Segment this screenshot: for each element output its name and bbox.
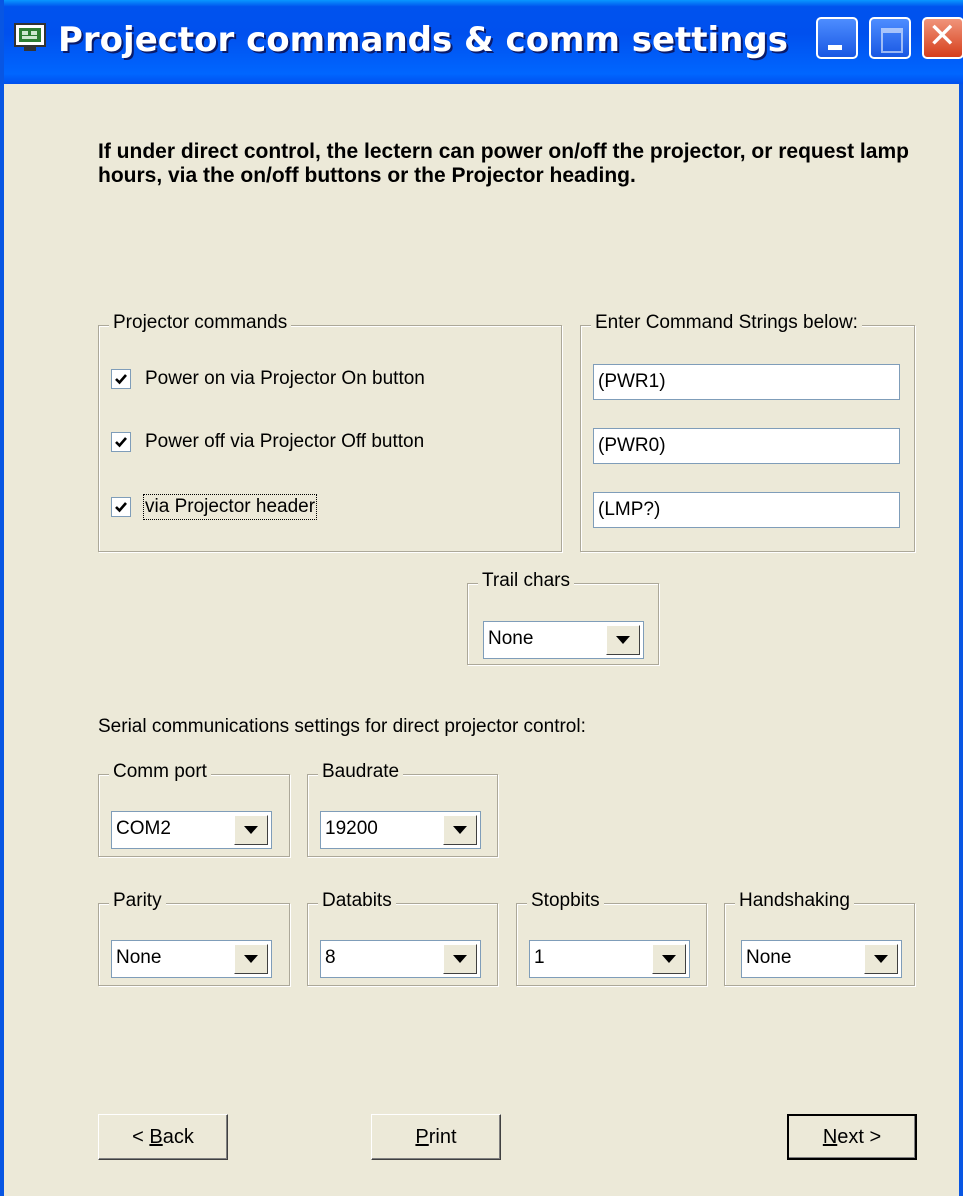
stopbits-value: 1: [534, 947, 545, 968]
comm-port-value: COM2: [116, 818, 171, 839]
power-on-checkbox[interactable]: [111, 369, 131, 389]
chevron-down-icon: [244, 954, 258, 963]
handshaking-dropdown[interactable]: None: [741, 940, 902, 978]
power-off-command-field[interactable]: (PWR0): [593, 428, 900, 464]
databits-value: 8: [325, 947, 336, 968]
command-strings-group: Enter Command Strings below: (PWR1) (PWR…: [580, 312, 915, 552]
dropdown-arrow-button[interactable]: [443, 815, 477, 845]
minimize-icon: [828, 45, 842, 50]
projector-app-icon: [14, 23, 46, 51]
checkmark-icon: [115, 502, 127, 513]
next-button[interactable]: Next >: [787, 1114, 917, 1160]
back-button-prefix: <: [132, 1125, 150, 1148]
projector-header-label: via Projector header: [142, 494, 318, 520]
power-on-checkbox-row[interactable]: Power on via Projector On button: [111, 366, 425, 392]
lamp-hours-command-field[interactable]: (LMP?): [593, 492, 900, 528]
checkmark-icon: [115, 374, 127, 385]
databits-group: Databits 8: [307, 890, 498, 986]
handshaking-value: None: [746, 947, 792, 968]
maximize-button[interactable]: [869, 17, 911, 59]
parity-dropdown[interactable]: None: [111, 940, 272, 978]
parity-legend: Parity: [109, 890, 166, 912]
minimize-button[interactable]: [816, 17, 858, 59]
next-button-label: ext >: [837, 1125, 882, 1148]
next-button-accel: N: [822, 1125, 838, 1148]
chevron-down-icon: [453, 825, 467, 834]
window-title: Projector commands & comm settings: [58, 20, 788, 60]
stopbits-legend: Stopbits: [527, 890, 604, 912]
trail-chars-value: None: [488, 628, 534, 649]
chevron-down-icon: [616, 635, 630, 644]
comm-port-dropdown[interactable]: COM2: [111, 811, 272, 849]
back-button-accel: B: [149, 1125, 163, 1148]
projector-header-checkbox-row[interactable]: via Projector header: [111, 494, 318, 520]
handshaking-group: Handshaking None: [724, 890, 915, 986]
power-off-checkbox[interactable]: [111, 432, 131, 452]
print-button-accel: P: [415, 1125, 429, 1148]
dropdown-arrow-button[interactable]: [443, 944, 477, 974]
dropdown-arrow-button[interactable]: [864, 944, 898, 974]
intro-text: If under direct control, the lectern can…: [98, 140, 909, 187]
dropdown-arrow-button[interactable]: [652, 944, 686, 974]
power-on-command-field[interactable]: (PWR1): [593, 364, 900, 400]
projector-commands-legend: Projector commands: [109, 312, 292, 334]
serial-settings-label: Serial communications settings for direc…: [98, 716, 586, 737]
handshaking-legend: Handshaking: [735, 890, 854, 912]
projector-header-checkbox[interactable]: [111, 497, 131, 517]
close-button[interactable]: ✕: [922, 16, 963, 59]
stopbits-dropdown[interactable]: 1: [529, 940, 690, 978]
checkmark-icon: [115, 437, 127, 448]
title-bar[interactable]: Projector commands & comm settings ✕: [4, 0, 963, 84]
dialog-window: Projector commands & comm settings ✕ If …: [0, 0, 963, 1196]
chevron-down-icon: [662, 954, 676, 963]
dropdown-arrow-button[interactable]: [606, 625, 640, 655]
back-button-label: ack: [162, 1125, 194, 1148]
chevron-down-icon: [453, 954, 467, 963]
parity-value: None: [116, 947, 162, 968]
dropdown-arrow-button[interactable]: [234, 815, 268, 845]
command-strings-legend: Enter Command Strings below:: [591, 312, 862, 334]
trail-chars-dropdown[interactable]: None: [483, 621, 644, 659]
baudrate-group: Baudrate 19200: [307, 761, 498, 857]
print-button-label: rint: [428, 1125, 457, 1148]
trail-chars-legend: Trail chars: [478, 570, 574, 592]
comm-port-legend: Comm port: [109, 761, 211, 783]
projector-commands-group: Projector commands Power on via Projecto…: [98, 312, 562, 552]
power-on-label: Power on via Projector On button: [145, 368, 425, 389]
print-button[interactable]: Print: [371, 1114, 501, 1160]
dropdown-arrow-button[interactable]: [234, 944, 268, 974]
baudrate-legend: Baudrate: [318, 761, 404, 783]
chevron-down-icon: [244, 825, 258, 834]
databits-dropdown[interactable]: 8: [320, 940, 481, 978]
back-button[interactable]: < Back: [98, 1114, 228, 1160]
close-icon: ✕: [928, 16, 957, 56]
trail-chars-group: Trail chars None: [467, 570, 659, 665]
comm-port-group: Comm port COM2: [98, 761, 290, 857]
baudrate-dropdown[interactable]: 19200: [320, 811, 481, 849]
maximize-icon: [881, 28, 903, 53]
chevron-down-icon: [874, 954, 888, 963]
databits-legend: Databits: [318, 890, 396, 912]
power-off-label: Power off via Projector Off button: [145, 431, 425, 452]
parity-group: Parity None: [98, 890, 290, 986]
baudrate-value: 19200: [325, 818, 378, 839]
power-off-checkbox-row[interactable]: Power off via Projector Off button: [111, 429, 424, 455]
stopbits-group: Stopbits 1: [516, 890, 707, 986]
